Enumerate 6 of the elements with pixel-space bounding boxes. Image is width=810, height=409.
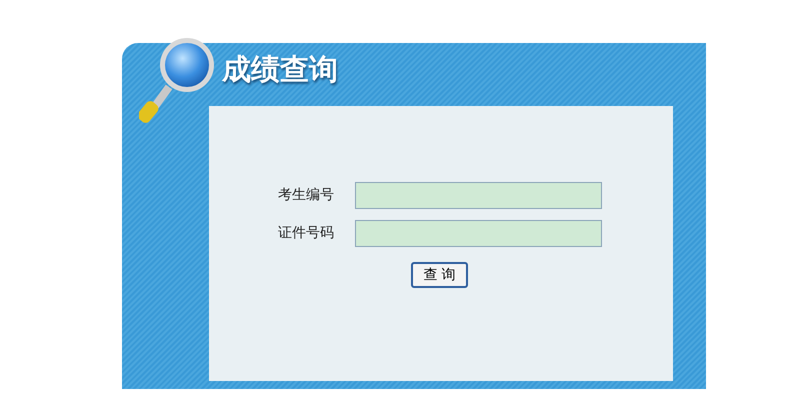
field-label: 考生编号 [278,186,335,205]
input-field[interactable] [355,220,602,247]
field-label: 证件号码 [278,224,335,243]
input-field[interactable] [355,182,602,209]
query-button[interactable]: 查 询 [411,262,468,288]
page-title: 成绩查询 [222,52,338,86]
